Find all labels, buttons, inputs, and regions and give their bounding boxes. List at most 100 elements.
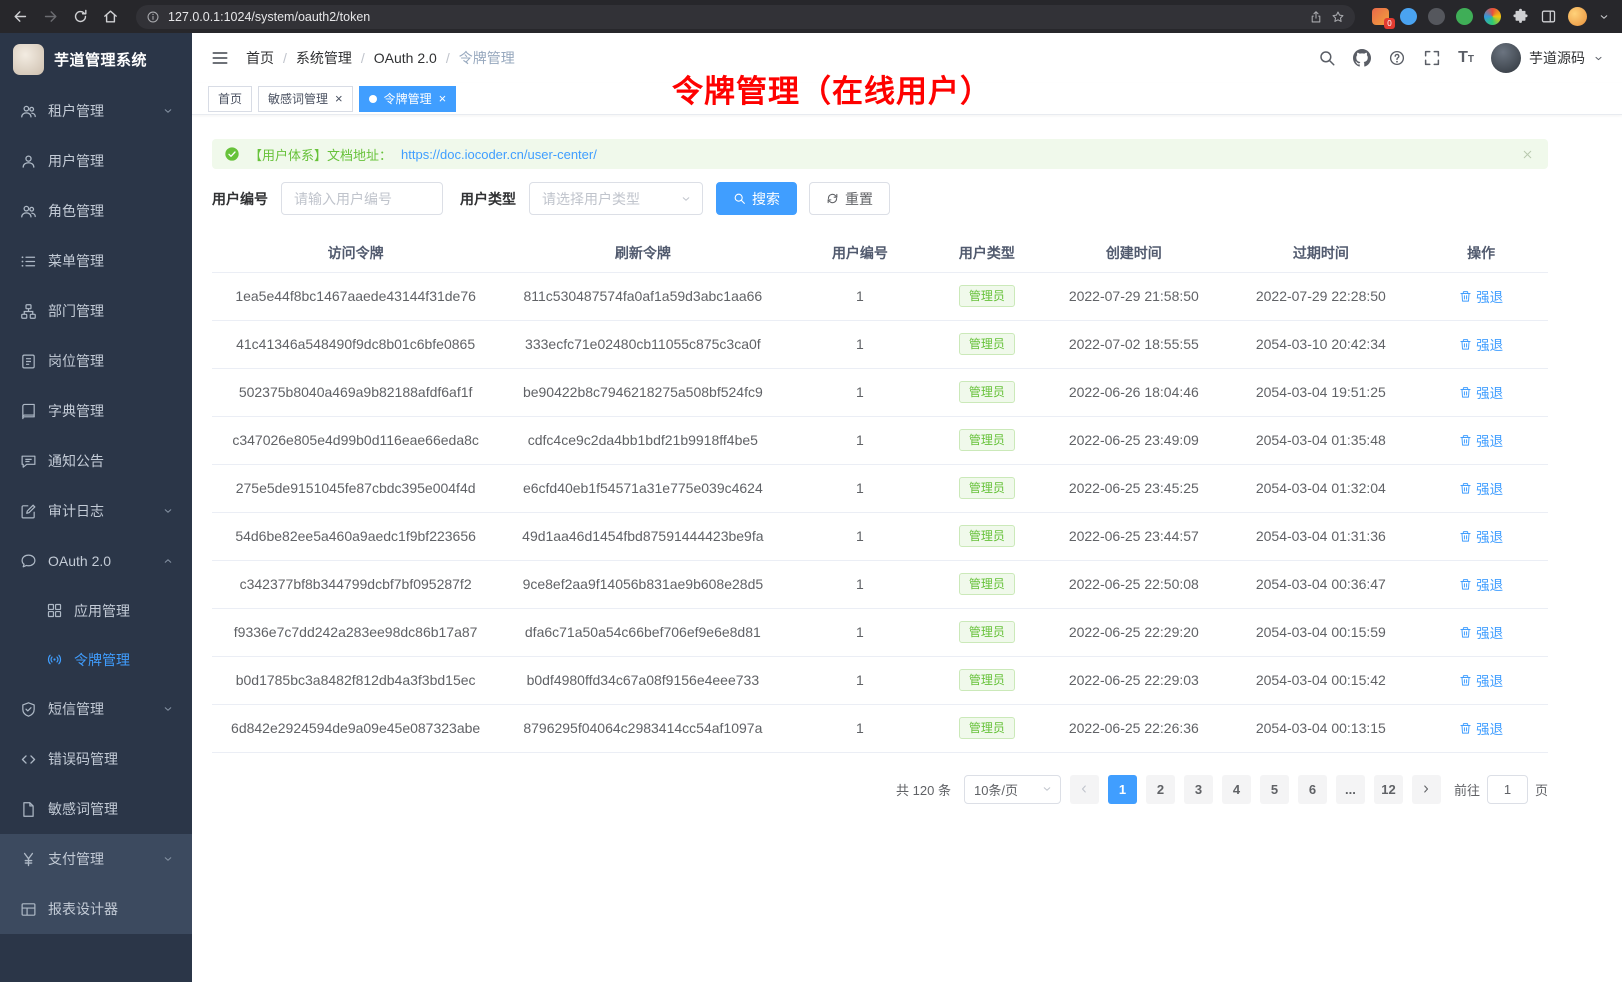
breadcrumb-item[interactable]: 首页 bbox=[246, 48, 274, 68]
sidebar-item-oauth2-app[interactable]: 应用管理 bbox=[0, 586, 192, 635]
cell-user-id: 1 bbox=[786, 464, 933, 512]
sidebar-item-error-code[interactable]: 错误码管理 bbox=[0, 734, 192, 784]
force-logout-button[interactable]: 强退 bbox=[1459, 622, 1503, 642]
breadcrumb-item[interactable]: OAuth 2.0 bbox=[374, 50, 437, 66]
page-button-2[interactable]: 2 bbox=[1146, 775, 1175, 804]
table-row: 41c41346a548490f9dc8b01c6bfe0865333ecfc7… bbox=[212, 320, 1548, 368]
page-button-4[interactable]: 4 bbox=[1222, 775, 1251, 804]
sidebar-item-sensitive-word[interactable]: 敏感词管理 bbox=[0, 784, 192, 834]
force-logout-button[interactable]: 强退 bbox=[1459, 430, 1503, 450]
extension-icon-1[interactable]: 0 bbox=[1372, 8, 1389, 25]
tab-close-icon[interactable]: × bbox=[335, 92, 343, 105]
sidebar-item-oauth2[interactable]: OAuth 2.0 bbox=[0, 536, 192, 586]
page-button-1[interactable]: 1 bbox=[1108, 775, 1137, 804]
page-button-5[interactable]: 5 bbox=[1260, 775, 1289, 804]
app-title: 芋道管理系统 bbox=[54, 49, 147, 70]
sidebar-item-report[interactable]: 报表设计器 bbox=[0, 884, 192, 934]
sidebar-item-tenant[interactable]: 租户管理 bbox=[0, 86, 192, 136]
search-button[interactable]: 搜索 bbox=[716, 182, 797, 215]
table-row: 6d842e2924594de9a09e45e087323abe8796295f… bbox=[212, 704, 1548, 752]
browser-profile-avatar[interactable] bbox=[1568, 7, 1587, 26]
cell-create-time: 2022-06-25 22:50:08 bbox=[1040, 560, 1227, 608]
search-icon[interactable] bbox=[1318, 49, 1336, 67]
user-menu[interactable]: 芋道源码 bbox=[1491, 43, 1604, 73]
share-icon[interactable] bbox=[1309, 10, 1323, 24]
sidebar-item-user[interactable]: 用户管理 bbox=[0, 136, 192, 186]
cell-actions: 强退 bbox=[1414, 320, 1548, 368]
sidebar-item-dict[interactable]: 字典管理 bbox=[0, 386, 192, 436]
force-logout-button[interactable]: 强退 bbox=[1459, 670, 1503, 690]
app-logo[interactable]: 芋道管理系统 bbox=[0, 33, 192, 86]
force-logout-button[interactable]: 强退 bbox=[1459, 478, 1503, 498]
cell-user-type: 管理员 bbox=[933, 560, 1040, 608]
force-logout-button[interactable]: 强退 bbox=[1459, 718, 1503, 738]
doc-link[interactable]: https://doc.iocoder.cn/user-center/ bbox=[401, 147, 597, 162]
reload-icon[interactable] bbox=[72, 8, 89, 25]
extensions-puzzle-icon[interactable] bbox=[1512, 8, 1529, 25]
hamburger-icon[interactable] bbox=[210, 48, 230, 68]
extension-icon-3[interactable] bbox=[1428, 8, 1445, 25]
page-button-6[interactable]: 6 bbox=[1298, 775, 1327, 804]
search-button-label: 搜索 bbox=[752, 189, 780, 209]
cell-actions: 强退 bbox=[1414, 704, 1548, 752]
user-id-input[interactable] bbox=[281, 182, 443, 215]
bookmark-star-icon[interactable] bbox=[1331, 10, 1345, 24]
sidebar-item-oauth2-token[interactable]: 令牌管理 bbox=[0, 635, 192, 684]
force-logout-label: 强退 bbox=[1476, 382, 1503, 402]
force-logout-button[interactable]: 强退 bbox=[1459, 526, 1503, 546]
chevron-down-icon[interactable] bbox=[1598, 11, 1610, 23]
tab-1[interactable]: 敏感词管理× bbox=[258, 86, 353, 112]
sidebar-item-post[interactable]: 岗位管理 bbox=[0, 336, 192, 386]
reset-button[interactable]: 重置 bbox=[809, 182, 890, 215]
force-logout-button[interactable]: 强退 bbox=[1459, 334, 1503, 354]
tab-close-icon[interactable]: × bbox=[439, 92, 447, 105]
side-panel-icon[interactable] bbox=[1540, 8, 1557, 25]
page-button-12[interactable]: 12 bbox=[1374, 775, 1403, 804]
fullscreen-icon[interactable] bbox=[1423, 49, 1441, 67]
docs-help-icon[interactable] bbox=[1388, 49, 1406, 67]
trash-icon bbox=[1459, 722, 1472, 735]
breadcrumb-item[interactable]: 系统管理 bbox=[296, 48, 352, 68]
user-type-badge: 管理员 bbox=[959, 333, 1015, 355]
page-content: 【用户体系】文档地址： https://doc.iocoder.cn/user-… bbox=[192, 115, 1622, 982]
sidebar-item-notice[interactable]: 通知公告 bbox=[0, 436, 192, 486]
cell-user-id: 1 bbox=[786, 272, 933, 320]
sidebar-item-audit-log[interactable]: 审计日志 bbox=[0, 486, 192, 536]
app-icon bbox=[46, 602, 63, 619]
next-page-button[interactable] bbox=[1412, 775, 1441, 804]
extension-icon-2[interactable] bbox=[1400, 8, 1417, 25]
site-info-icon[interactable] bbox=[146, 10, 160, 24]
page-button-more[interactable]: ... bbox=[1336, 775, 1365, 804]
goto-page-input[interactable] bbox=[1487, 775, 1528, 804]
force-logout-button[interactable]: 强退 bbox=[1459, 574, 1503, 594]
home-icon[interactable] bbox=[102, 8, 119, 25]
extension-icon-5[interactable] bbox=[1484, 8, 1501, 25]
force-logout-button[interactable]: 强退 bbox=[1459, 382, 1503, 402]
cell-refresh-token: cdfc4ce9c2da4bb1bdf21b9918ff4be5 bbox=[499, 416, 786, 464]
sidebar-item-pay[interactable]: 支付管理 bbox=[0, 834, 192, 884]
page-size-select[interactable]: 10条/页 bbox=[964, 775, 1061, 804]
cell-expire-time: 2054-03-04 19:51:25 bbox=[1227, 368, 1414, 416]
sidebar-item-menu[interactable]: 菜单管理 bbox=[0, 236, 192, 286]
tab-0[interactable]: 首页 bbox=[208, 86, 252, 112]
prev-page-button[interactable] bbox=[1070, 775, 1099, 804]
page-button-3[interactable]: 3 bbox=[1184, 775, 1213, 804]
address-bar[interactable]: 127.0.0.1:1024/system/oauth2/token bbox=[136, 5, 1355, 29]
sidebar-item-role[interactable]: 角色管理 bbox=[0, 186, 192, 236]
alert-close-icon[interactable] bbox=[1521, 148, 1534, 161]
font-size-icon[interactable]: TT bbox=[1458, 50, 1474, 66]
sidebar-item-label: 通知公告 bbox=[48, 451, 174, 471]
token-table: 访问令牌 刷新令牌 用户编号 用户类型 创建时间 过期时间 操作 1ea5e44… bbox=[212, 235, 1548, 753]
cell-user-type: 管理员 bbox=[933, 272, 1040, 320]
force-logout-button[interactable]: 强退 bbox=[1459, 286, 1503, 306]
extension-icon-4[interactable] bbox=[1456, 8, 1473, 25]
forward-icon[interactable] bbox=[42, 8, 59, 25]
back-icon[interactable] bbox=[12, 8, 29, 25]
tab-2[interactable]: 令牌管理× bbox=[359, 86, 457, 112]
cell-access-token: 1ea5e44f8bc1467aaede43144f31de76 bbox=[212, 272, 499, 320]
github-icon[interactable] bbox=[1353, 49, 1371, 67]
sidebar-item-sms[interactable]: 短信管理 bbox=[0, 684, 192, 734]
user-type-select[interactable]: 请选择用户类型 bbox=[529, 182, 703, 215]
cell-actions: 强退 bbox=[1414, 560, 1548, 608]
sidebar-item-dept[interactable]: 部门管理 bbox=[0, 286, 192, 336]
